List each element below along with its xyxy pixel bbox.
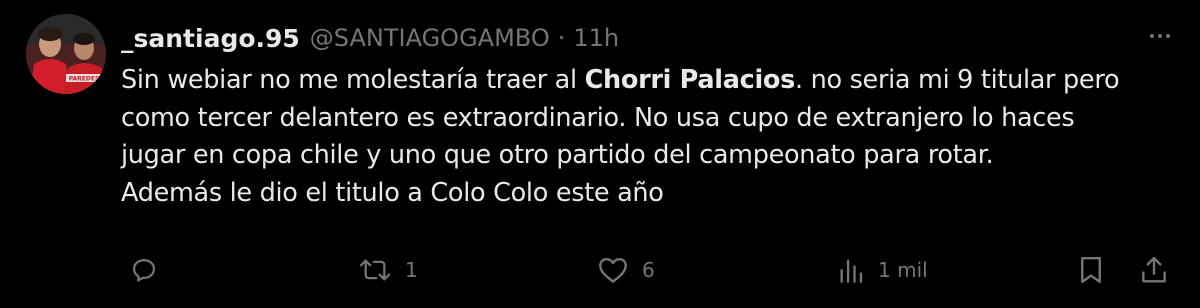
views-count: 1 mil [878,258,928,282]
more-dot-icon [1150,34,1154,38]
bookmark-icon [1081,256,1101,284]
tweet[interactable]: PAREDES _santiago.95 @SANTIAGOGAMBO · 11… [0,0,1200,308]
reply-icon [132,258,156,282]
tweet-text-segment: . no seria mi 9 titular pero [794,65,1120,95]
tweet-text-line: jugar en copa chile y uno que otro parti… [121,140,994,170]
more-dot-icon [1158,34,1162,38]
tweet-header: _santiago.95 @SANTIAGOGAMBO · 11h [121,18,619,58]
action-bar: 1 6 1 mil [0,250,1200,290]
tweet-text-line: como tercer delantero es extraordinario.… [121,102,1075,133]
reply-button[interactable] [130,250,158,290]
bookmark-button[interactable] [1078,250,1104,290]
separator-dot: · [557,24,566,52]
display-name[interactable]: _santiago.95 [121,24,300,53]
tweet-text-segment: Sin webiar no me molestaría traer al [121,65,585,95]
tweet-text-bold: Chorri Palacios [584,65,796,95]
tweet-text-line: Sin webiar no me molestaría traer al Cho… [121,62,1181,100]
retweet-count: 1 [405,258,418,282]
views-button[interactable]: 1 mil [836,250,928,290]
like-count: 6 [642,258,655,282]
retweet-button[interactable]: 1 [357,250,418,290]
avatar[interactable]: PAREDES [26,14,106,94]
timestamp[interactable]: 11h [573,24,619,52]
user-handle[interactable]: @SANTIAGOGAMBO [310,24,550,52]
share-button[interactable] [1140,250,1168,290]
tweet-text-line: Además le dio el titulo a Colo Colo este… [121,177,664,208]
share-icon [1142,256,1166,283]
retweet-icon [359,259,391,281]
avatar-image: PAREDES [26,14,106,94]
tweet-text: Sin webiar no me molestaría traer al Cho… [121,62,1181,212]
like-button[interactable]: 6 [596,250,655,290]
more-options-button[interactable] [1146,22,1174,50]
views-icon [840,259,863,283]
more-dot-icon [1166,34,1170,38]
heart-icon [599,257,627,283]
avatar-jersey-text: PAREDES [69,76,100,83]
